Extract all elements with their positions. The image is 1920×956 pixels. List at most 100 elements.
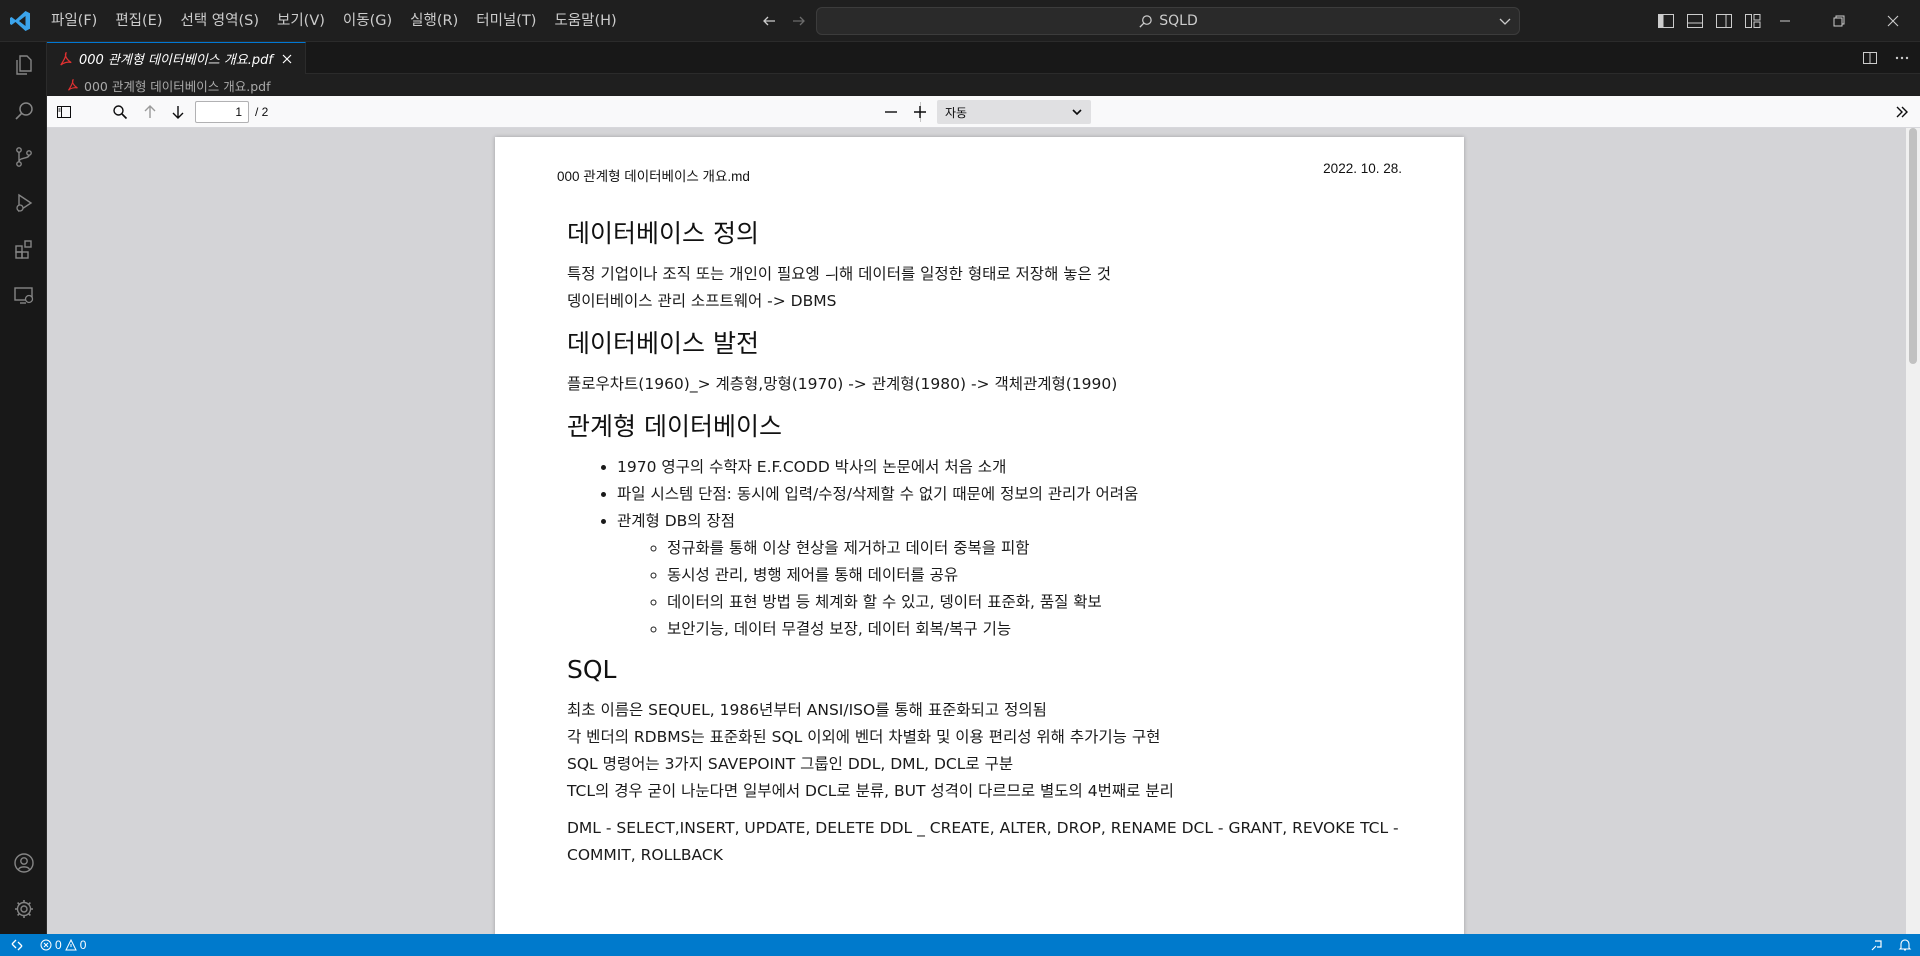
scrollbar-thumb[interactable] (1909, 128, 1917, 364)
menu-file[interactable]: 파일(F) (42, 8, 106, 34)
list-item: 데이터의 표현 방법 등 체계화 할 수 있고, 뎅이터 표준화, 품질 확보 (667, 589, 1427, 616)
minimize-icon (1780, 20, 1790, 22)
list-item: 1970 영구의 수학자 E.F.CODD 박사의 논문에서 처음 소개 (617, 454, 1427, 481)
pdf-file-icon (60, 51, 72, 66)
warning-count: 0 (79, 938, 87, 952)
extensions-icon (14, 240, 32, 259)
go-back-button[interactable] (758, 10, 780, 32)
source-control-icon (15, 147, 32, 167)
zoom-select[interactable]: 자동 (937, 100, 1091, 124)
error-count: 0 (55, 938, 62, 952)
menu-selection[interactable]: 선택 영역(S) (172, 8, 269, 34)
paragraph: TCL의 경우 굳이 나눈다면 일부에서 DCL로 분류, BUT 성격이 다르… (567, 782, 1174, 800)
sub-bullet-list: 정규화를 통해 이상 현상을 제거하고 데이터 중복을 피함 동시성 관리, 병… (617, 535, 1427, 643)
breadcrumb: 000 관계형 데이터베이스 개요.pdf (47, 74, 1920, 96)
tab-label: 000 관계형 데이터베이스 개요.pdf (79, 53, 273, 68)
search-icon (14, 102, 33, 120)
paragraph: SQL 명령어는 3가지 SAVEPOINT 그룹인 DDL, DML, DCL… (567, 755, 1014, 773)
list-item: 관계형 DB의 장점 정규화를 통해 이상 현상을 제거하고 데이터 중복을 피… (617, 508, 1427, 643)
run-and-debug-button[interactable] (0, 180, 47, 226)
pdf-toolbar: / 2 자동 (47, 96, 1920, 128)
list-item: 동시성 관리, 병행 제어를 통해 데이터를 공유 (667, 562, 1427, 589)
title-bar: 파일(F) 편집(E) 선택 영역(S) 보기(V) 이동(G) 실행(R) 터… (0, 0, 1920, 42)
plus-icon (914, 106, 926, 118)
tab-actions (1860, 48, 1912, 68)
menu-terminal[interactable]: 터미널(T) (467, 8, 545, 34)
accounts-button[interactable] (0, 840, 47, 886)
menu-run[interactable]: 실행(R) (401, 8, 467, 34)
double-chevron-right-icon (1896, 106, 1908, 118)
vertical-scrollbar[interactable] (1906, 128, 1920, 934)
toggle-panel-button[interactable] (1685, 10, 1705, 32)
paragraph: 각 벤더의 RDBMS는 표준화된 SQL 이외에 벤더 차별화 및 이용 편리… (567, 728, 1161, 746)
chevron-down-icon[interactable] (1497, 13, 1513, 29)
menu-go[interactable]: 이동(G) (334, 8, 401, 34)
arrow-left-icon (763, 16, 775, 26)
toggle-sidebar-button[interactable] (53, 101, 75, 123)
status-bar: 0 0 (0, 934, 1920, 956)
workspace-name: SQLD (1159, 13, 1198, 29)
problems-indicator[interactable]: 0 0 (40, 934, 86, 956)
close-icon (282, 54, 292, 63)
split-editor-button[interactable] (1860, 48, 1880, 68)
bell-icon[interactable] (1898, 938, 1912, 952)
breadcrumb-file[interactable]: 000 관계형 데이터베이스 개요.pdf (84, 76, 271, 95)
minimize-button[interactable] (1758, 0, 1812, 42)
paragraph: 뎅이터베이스 관리 소프트웨어 -> DBMS (567, 292, 837, 310)
find-in-document-button[interactable] (109, 101, 131, 123)
menu-edit[interactable]: 편집(E) (106, 8, 171, 34)
paragraph: DML - SELECT,INSERT, UPDATE, DELETE DDL … (567, 819, 1399, 864)
panel-bottom-icon (1687, 14, 1703, 28)
list-item: 보안기능, 데이터 무결성 보장, 데이터 회복/복구 기능 (667, 616, 1427, 643)
paragraph: 플로우차트(1960)_> 계층형,망형(1970) -> 관계형(1980) … (567, 375, 1118, 393)
vscode-logo-icon (8, 9, 32, 33)
close-icon (1887, 15, 1899, 27)
minus-icon (885, 111, 897, 113)
menu-bar: 파일(F) 편집(E) 선택 영역(S) 보기(V) 이동(G) 실행(R) 터… (42, 0, 626, 42)
list-item-text: 관계형 DB의 장점 (617, 512, 735, 530)
heading-db-definition: 데이터베이스 정의 (567, 219, 759, 248)
more-actions-button[interactable] (1892, 48, 1912, 68)
chevron-down-icon (1072, 109, 1082, 116)
navigation-arrows (758, 10, 810, 32)
search-icon (1139, 14, 1152, 28)
previous-page-button[interactable] (139, 101, 161, 123)
arrow-up-icon (144, 105, 156, 118)
close-window-button[interactable] (1866, 0, 1920, 42)
pdf-file-icon (68, 79, 78, 91)
next-page-button[interactable] (167, 101, 189, 123)
source-control-button[interactable] (0, 134, 47, 180)
remote-explorer-button[interactable] (0, 272, 47, 318)
tab-pdf-document[interactable]: 000 관계형 데이터베이스 개요.pdf (47, 42, 306, 74)
toggle-primary-sidebar-button[interactable] (1656, 10, 1676, 32)
remote-icon (11, 939, 23, 951)
tools-menu-button[interactable] (1891, 101, 1913, 123)
bullet-list: 1970 영구의 수학자 E.F.CODD 박사의 논문에서 처음 소개 파일 … (567, 454, 1427, 643)
restore-button[interactable] (1812, 0, 1866, 42)
menu-view[interactable]: 보기(V) (268, 8, 334, 34)
page-count: / 2 (255, 105, 269, 119)
page-number-input[interactable] (195, 101, 249, 123)
remote-indicator-button[interactable] (0, 934, 34, 956)
heading-sql: SQL (567, 655, 617, 684)
sidebar-toggle-icon (57, 106, 71, 118)
search-view-button[interactable] (0, 88, 47, 134)
extensions-button[interactable] (0, 226, 47, 272)
sidebar-right-icon (1716, 14, 1732, 28)
close-tab-button[interactable] (279, 51, 295, 67)
document-content: 데이터베이스 정의 특정 기업이나 조직 또는 개인이 필요엥 ㅢ해 데이터를 … (567, 219, 1427, 869)
window-controls (1758, 0, 1920, 42)
toggle-secondary-sidebar-button[interactable] (1714, 10, 1734, 32)
zoom-in-button[interactable] (909, 101, 931, 123)
menu-help[interactable]: 도움말(H) (545, 8, 625, 34)
error-icon (40, 939, 52, 951)
explorer-button[interactable] (0, 42, 47, 88)
layout-controls (1656, 10, 1763, 32)
pdf-viewer[interactable]: 000 관계형 데이터베이스 개요.md 2022. 10. 28. 데이터베이… (47, 128, 1920, 934)
command-center-search[interactable]: SQLD (816, 7, 1520, 35)
feedback-icon[interactable] (1870, 938, 1884, 952)
manage-button[interactable] (0, 886, 47, 932)
arrow-down-icon (172, 106, 184, 119)
zoom-out-button[interactable] (880, 101, 902, 123)
go-forward-button[interactable] (788, 10, 810, 32)
